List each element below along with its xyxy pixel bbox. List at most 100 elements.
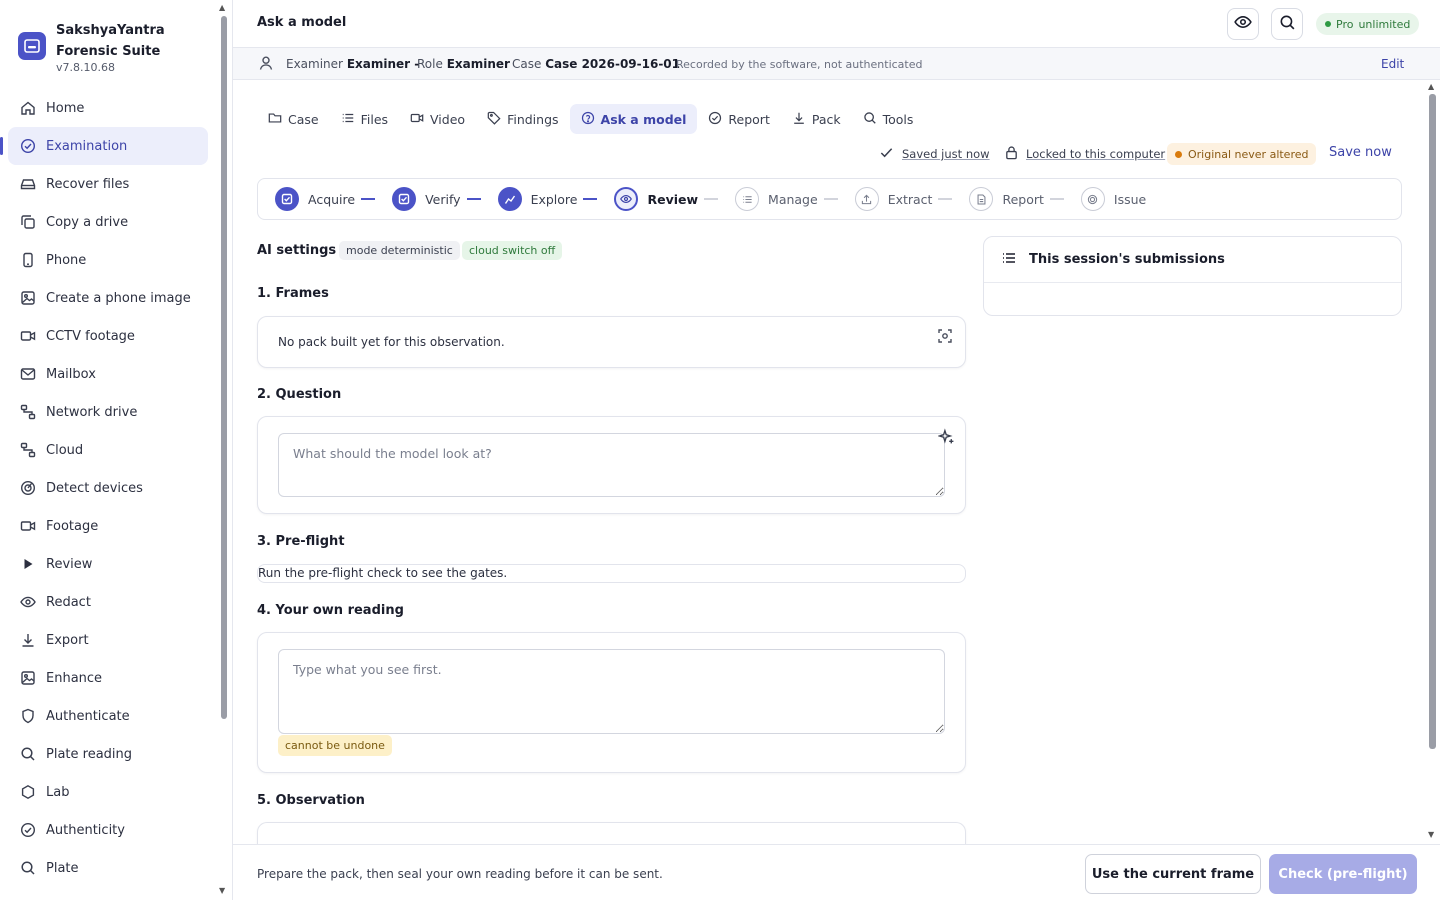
step-explore[interactable]: Explore: [497, 187, 577, 211]
sidebar-item-network-drive[interactable]: Network drive: [8, 393, 208, 431]
step-label: Acquire: [308, 191, 356, 207]
sidebar-item-label: Home: [46, 100, 85, 116]
preflight-text: Run the pre-flight check to see the gate…: [258, 566, 508, 580]
check-circle-icon: [708, 111, 722, 128]
video-icon: [410, 111, 424, 128]
integrity-badge: Original never altered: [1167, 143, 1317, 165]
video-icon: [20, 328, 36, 344]
sidebar-item-cloud[interactable]: Cloud: [8, 431, 208, 469]
sidebar-item-home[interactable]: Home: [8, 89, 208, 127]
check-preflight-button[interactable]: Check (pre-flight): [1269, 854, 1417, 894]
sidebar-item-redact[interactable]: Redact: [8, 583, 208, 621]
eye-icon: [614, 187, 639, 211]
step-verify[interactable]: Verify: [392, 187, 461, 211]
sidebar-item-plate[interactable]: Plate: [8, 849, 208, 887]
step-label: Manage: [768, 191, 818, 207]
tab-video[interactable]: Video: [399, 104, 476, 134]
sidebar-item-enhance[interactable]: Enhance: [8, 659, 208, 697]
tab-label: Report: [728, 111, 770, 127]
observation-title: 5. Observation: [257, 793, 365, 808]
sidebar-item-export[interactable]: Export: [8, 621, 208, 659]
step-report[interactable]: Report: [969, 187, 1044, 211]
use-current-frame-button[interactable]: Use the current frame: [1085, 854, 1261, 894]
focus-frame-icon[interactable]: [937, 328, 953, 348]
check-circle-icon: [20, 138, 36, 154]
integrity-text: Original never altered: [1188, 147, 1309, 161]
scroll-up-icon[interactable]: ▲: [219, 3, 225, 12]
step-review[interactable]: Review: [614, 187, 698, 211]
sidebar-item-copy-a-drive[interactable]: Copy a drive: [8, 203, 208, 241]
scrollbar-thumb[interactable]: [221, 16, 227, 719]
sparkle-icon[interactable]: [937, 428, 955, 449]
app-name-line2: Forensic Suite: [56, 44, 161, 59]
sidebar-item-label: Network drive: [46, 404, 138, 420]
sidebar-item-label: Detect devices: [46, 480, 143, 496]
tab-tools[interactable]: Tools: [852, 104, 925, 134]
step-connector: [823, 198, 838, 200]
sidebar-item-label: Mailbox: [46, 366, 96, 382]
tab-ask-a-model[interactable]: Ask a model: [569, 104, 698, 134]
sidebar-item-create-a-phone-image[interactable]: Create a phone image: [8, 279, 208, 317]
tab-case[interactable]: Case: [257, 104, 330, 134]
scroll-up-icon[interactable]: ▲: [1428, 82, 1434, 91]
tab-report[interactable]: Report: [697, 104, 780, 134]
sidebar-item-cctv-footage[interactable]: CCTV footage: [8, 317, 208, 355]
sidebar-item-recover-files[interactable]: Recover files: [8, 165, 208, 203]
app-version: v7.8.10.68: [56, 61, 115, 74]
step-extract[interactable]: Extract: [854, 187, 932, 211]
step-manage[interactable]: Manage: [735, 187, 818, 211]
plan-badge: Pro unlimited: [1316, 13, 1420, 35]
search-button[interactable]: [1271, 8, 1303, 40]
sidebar-item-review[interactable]: Review: [8, 545, 208, 583]
saved-status-text: Saved just now: [902, 147, 990, 161]
reading-input[interactable]: [278, 649, 945, 734]
target-icon: [1080, 187, 1105, 211]
tab-files[interactable]: Files: [330, 104, 399, 134]
sidebar-item-label: Export: [46, 632, 89, 648]
edit-session-link[interactable]: Edit: [1381, 57, 1404, 71]
sidebar-item-label: Examination: [46, 138, 128, 154]
list-icon: [735, 187, 760, 211]
role-value: Examiner: [446, 57, 510, 71]
tab-bar: Case Files Video Findings Ask a model Re…: [257, 104, 924, 134]
phone-icon: [20, 252, 36, 268]
sidebar-item-authenticity[interactable]: Authenticity: [8, 811, 208, 849]
tab-pack[interactable]: Pack: [781, 104, 852, 134]
list-icon: [341, 111, 355, 128]
scroll-down-icon[interactable]: ▼: [219, 886, 225, 895]
main-scrollbar[interactable]: ▲ ▼: [1426, 80, 1440, 844]
save-now-button[interactable]: Save now: [1329, 145, 1392, 160]
sidebar-item-detect-devices[interactable]: Detect devices: [8, 469, 208, 507]
brand: SakshyaYantra Forensic Suite v7.8.10.68: [18, 18, 208, 76]
sidebar-item-plate-reading[interactable]: Plate reading: [8, 735, 208, 773]
sidebar-item-lab[interactable]: Lab: [8, 773, 208, 811]
question-input[interactable]: [278, 433, 945, 497]
scroll-down-icon[interactable]: ▼: [1428, 830, 1434, 839]
plan-name: Pro: [1336, 17, 1354, 31]
step-connector: [1049, 198, 1064, 200]
sidebar-item-authenticate[interactable]: Authenticate: [8, 697, 208, 735]
sidebar-item-label: Create a phone image: [46, 290, 191, 306]
sidebar-item-phone[interactable]: Phone: [8, 241, 208, 279]
sidebar-item-mailbox[interactable]: Mailbox: [8, 355, 208, 393]
network-icon: [20, 442, 36, 458]
tab-findings[interactable]: Findings: [476, 104, 569, 134]
sidebar-item-label: CCTV footage: [46, 328, 135, 344]
step-done-icon: [497, 187, 522, 211]
scrollbar-thumb[interactable]: [1429, 94, 1436, 749]
step-issue[interactable]: Issue: [1080, 187, 1146, 211]
irreversible-warning-chip: cannot be undone: [278, 735, 392, 756]
eye-icon: [20, 594, 36, 610]
step-acquire[interactable]: Acquire: [275, 187, 355, 211]
sidebar-scrollbar[interactable]: ▲ ▼: [218, 0, 230, 900]
preview-button[interactable]: [1227, 8, 1259, 40]
sidebar-item-label: Authenticate: [46, 708, 130, 724]
sidebar-nav: Home Examination Recover files Copy a dr…: [8, 89, 208, 887]
tab-label: Video: [430, 111, 466, 127]
step-connector: [704, 198, 719, 200]
sidebar-item-footage[interactable]: Footage: [8, 507, 208, 545]
sidebar-item-examination[interactable]: Examination: [8, 127, 208, 165]
sidebar: SakshyaYantra Forensic Suite v7.8.10.68 …: [0, 0, 216, 900]
mail-icon: [20, 366, 36, 382]
sidebar-item-label: Recover files: [46, 176, 130, 192]
